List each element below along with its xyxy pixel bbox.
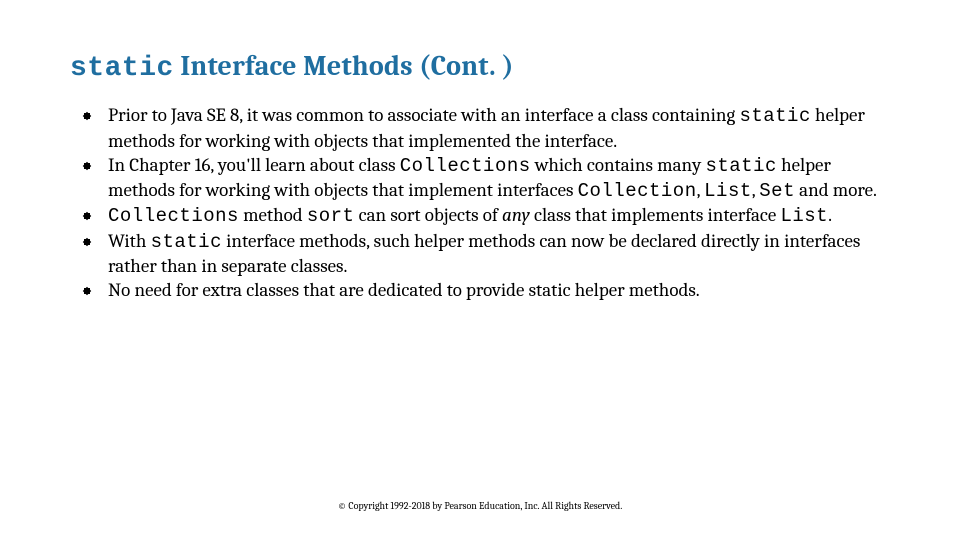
body-text: Prior to Java SE 8, it was common to ass… <box>108 104 739 126</box>
code-text: static <box>739 105 810 127</box>
body-text: and more. <box>795 179 877 201</box>
code-text: static <box>151 231 222 253</box>
body-text: . <box>828 204 832 226</box>
code-text: Collections <box>108 205 239 227</box>
italic-text: any <box>502 204 530 226</box>
slide: static Interface Methods (Cont. ) Prior … <box>0 0 960 540</box>
body-text: can sort objects of <box>354 204 502 226</box>
copyright-footer: © Copyright 1992-2018 by Pearson Educati… <box>0 500 960 512</box>
bullet-item: With static interface methods, such help… <box>80 229 900 279</box>
bullet-item: No need for extra classes that are dedic… <box>80 278 900 302</box>
code-text: Collection <box>578 180 697 202</box>
code-text: List <box>780 205 828 227</box>
body-text: which contains many <box>531 154 706 176</box>
code-text: sort <box>307 205 355 227</box>
body-text: With <box>108 230 151 252</box>
bullet-item: Collections method sort can sort objects… <box>80 203 900 228</box>
body-text: , <box>697 179 705 201</box>
body-text: class that implements interface <box>530 204 781 226</box>
bullet-item: In Chapter 16, you'll learn about class … <box>80 153 900 204</box>
code-text: Collections <box>400 155 531 177</box>
title-code: static <box>70 53 174 84</box>
code-text: static <box>705 155 776 177</box>
code-text: List <box>704 180 752 202</box>
code-text: Set <box>759 180 795 202</box>
bullet-list: Prior to Java SE 8, it was common to ass… <box>80 103 900 303</box>
bullet-item: Prior to Java SE 8, it was common to ass… <box>80 103 900 153</box>
body-text: No need for extra classes that are dedic… <box>108 279 700 301</box>
slide-title: static Interface Methods (Cont. ) <box>70 50 900 85</box>
title-rest: Interface Methods (Cont. ) <box>174 50 514 82</box>
body-text: method <box>239 204 307 226</box>
body-text: In Chapter 16, you'll learn about class <box>108 154 400 176</box>
